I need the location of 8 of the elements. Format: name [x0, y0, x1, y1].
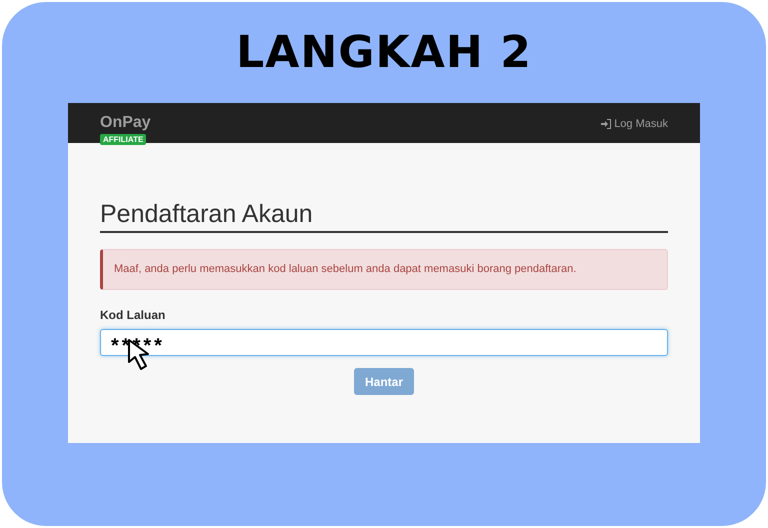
alert-message: Maaf, anda perlu memasukkan kod laluan sebelum anda dapat memasuki borang pendaftaran.	[100, 249, 668, 290]
login-link[interactable]: Log Masuk	[601, 116, 668, 132]
affiliate-label: AFFILIATE	[100, 134, 146, 145]
field-label: Kod Laluan	[100, 307, 166, 324]
login-icon	[601, 119, 612, 130]
brand-name[interactable]: OnPay	[100, 114, 151, 132]
page-title: Pendaftaran Akaun	[100, 198, 668, 233]
slide-heading: LANGKAH 2	[236, 26, 532, 80]
